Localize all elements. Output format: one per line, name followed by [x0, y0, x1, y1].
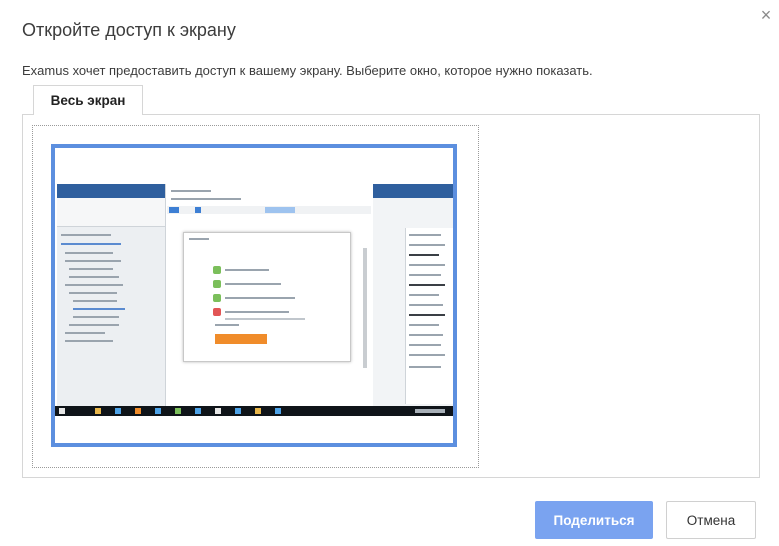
cancel-button[interactable]: Отмена — [666, 501, 756, 539]
screen-thumbnail-tile[interactable] — [32, 125, 479, 468]
close-icon[interactable]: × — [757, 6, 775, 24]
preview-left-window-ribbon — [57, 198, 165, 227]
tab-entire-screen[interactable]: Весь экран — [33, 85, 143, 115]
dialog-description: Examus хочет предоставить доступ к вашем… — [22, 63, 593, 78]
screen-picker-panel — [22, 114, 760, 478]
preview-left-tree — [59, 230, 129, 400]
preview-left-window-titlebar — [57, 184, 165, 198]
share-button[interactable]: Поделиться — [535, 501, 653, 539]
dialog-title: Откройте доступ к экрану — [22, 20, 236, 40]
share-screen-dialog: × Откройте доступ к экрану Examus хочет … — [0, 0, 779, 546]
entire-screen-preview[interactable] — [51, 144, 457, 447]
preview-orange-button — [215, 334, 267, 344]
